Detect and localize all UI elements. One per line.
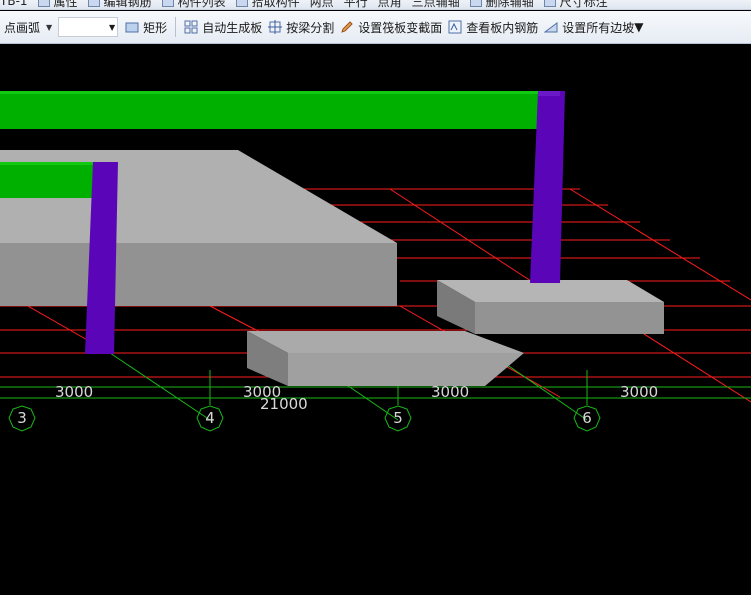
properties-button[interactable]: 属性 [37, 0, 78, 9]
beam-lower [0, 162, 93, 198]
split-icon [268, 20, 283, 34]
arc-mode-dropdown[interactable]: 点画弧 ▼ [0, 16, 56, 38]
delete-icon [469, 0, 482, 7]
point-angle-button[interactable]: 点角 [378, 0, 402, 9]
blank-select[interactable]: ▼ [58, 17, 119, 37]
dimension-icon [543, 0, 556, 7]
axis-label-5: 5 [393, 409, 403, 427]
rectangle-icon [125, 20, 139, 34]
raft-variable-section-button[interactable]: 设置筏板变截面 [337, 16, 445, 38]
model-scene [0, 91, 751, 432]
arc-mode-label: 点画弧 [4, 20, 41, 35]
two-point-button[interactable]: 两点 [310, 0, 334, 9]
axis-label-6: 6 [582, 409, 592, 427]
slope-icon [543, 20, 558, 34]
main-toolbar: TB-1 属性 编辑钢筋 构件列表 拾取构件 两点 平行 点角 三点辅轴 删除辅… [0, 0, 751, 10]
component-list-button[interactable]: 构件列表 [161, 0, 226, 9]
toolbar-divider [175, 17, 177, 37]
pick-component-button[interactable]: 拾取构件 [235, 0, 300, 9]
chevron-down-icon: ▼ [46, 22, 53, 32]
chevron-down-icon: ▼ [634, 20, 644, 34]
properties-icon [37, 0, 50, 7]
list-icon [161, 0, 174, 7]
total-dimension-label: 21000 [260, 395, 308, 413]
auto-generate-slab-button[interactable]: 自动生成板 [181, 16, 265, 38]
grid-icon [184, 20, 198, 34]
parallel-button[interactable]: 平行 [344, 0, 368, 9]
dimension-label: 3000 [620, 383, 659, 401]
dimension-label: 3000 [55, 383, 94, 401]
beam-top [0, 91, 538, 129]
edit-rebar-button[interactable]: 编辑钢筋 [87, 0, 152, 9]
dimension-label: 3000 [431, 383, 470, 401]
dimension-button[interactable]: 尺寸标注 [543, 0, 608, 9]
delete-axis-button[interactable]: 删除辅轴 [469, 0, 534, 9]
3d-model-viewport[interactable]: 3000 3000 3000 3000 21000 3 4 5 6 [0, 45, 751, 595]
floor-select[interactable]: TB-1 [0, 0, 28, 8]
chevron-down-icon: ▼ [109, 22, 116, 32]
pencil-icon [340, 20, 354, 34]
rebar-icon [87, 0, 100, 7]
rebar-view-icon [448, 20, 462, 34]
three-point-axis-button[interactable]: 三点辅轴 [412, 0, 460, 9]
axis-label-4: 4 [205, 409, 215, 427]
pick-icon [235, 0, 248, 7]
view-slab-rebar-button[interactable]: 查看板内钢筋 [445, 16, 541, 38]
split-by-beam-button[interactable]: 按梁分割 [265, 16, 337, 38]
set-all-slopes-button[interactable]: 设置所有边坡 ▼ [541, 16, 646, 38]
rectangle-button[interactable]: 矩形 [122, 16, 170, 38]
step-slab-middle [247, 331, 524, 386]
axis-label-3: 3 [17, 409, 27, 427]
step-slab-right [437, 280, 664, 334]
draw-toolbar: 点画弧 ▼ ▼ 矩形 自动生成板 按梁分割 设置筏板变截面 查看板内钢筋 设置所… [0, 11, 751, 44]
